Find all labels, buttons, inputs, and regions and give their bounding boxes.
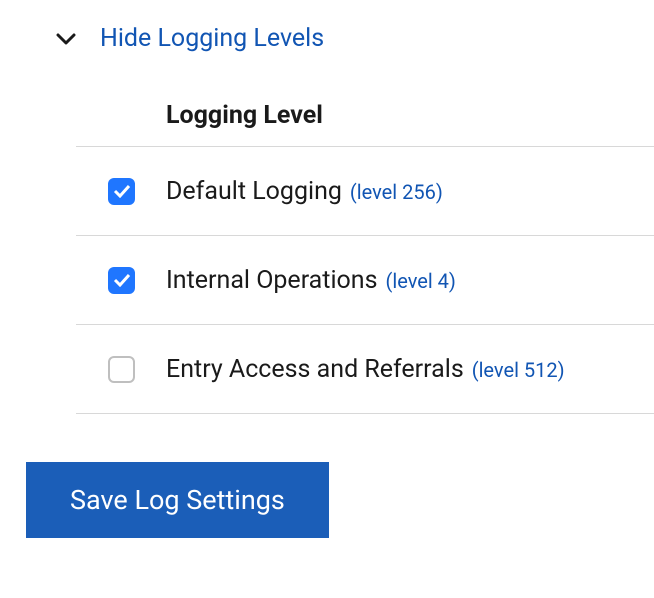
logging-levels-table: Logging Level Default Logging (level 256… [0,101,654,414]
label-cell: Internal Operations (level 4) [166,266,456,295]
label-cell: Entry Access and Referrals (level 512) [166,355,565,384]
checkbox-internal-operations[interactable] [108,267,135,294]
divider [76,413,654,414]
row-label: Entry Access and Referrals [166,355,464,384]
row-label: Default Logging [166,177,342,206]
table-row: Internal Operations (level 4) [76,236,654,324]
checkbox-cell [76,267,166,294]
toggle-logging-levels-label: Hide Logging Levels [100,24,324,53]
save-log-settings-button[interactable]: Save Log Settings [26,462,329,538]
chevron-down-icon [56,32,76,46]
checkbox-cell [76,356,166,383]
label-cell: Default Logging (level 256) [166,177,443,206]
row-level: (level 256) [350,180,443,204]
table-header: Logging Level [76,101,654,146]
toggle-logging-levels[interactable]: Hide Logging Levels [0,24,654,53]
table-row: Entry Access and Referrals (level 512) [76,325,654,413]
checkbox-cell [76,178,166,205]
table-row: Default Logging (level 256) [76,147,654,235]
checkbox-entry-access-referrals[interactable] [108,356,135,383]
checkbox-default-logging[interactable] [108,178,135,205]
row-level: (level 4) [386,269,456,293]
row-label: Internal Operations [166,266,378,295]
row-level: (level 512) [472,358,565,382]
